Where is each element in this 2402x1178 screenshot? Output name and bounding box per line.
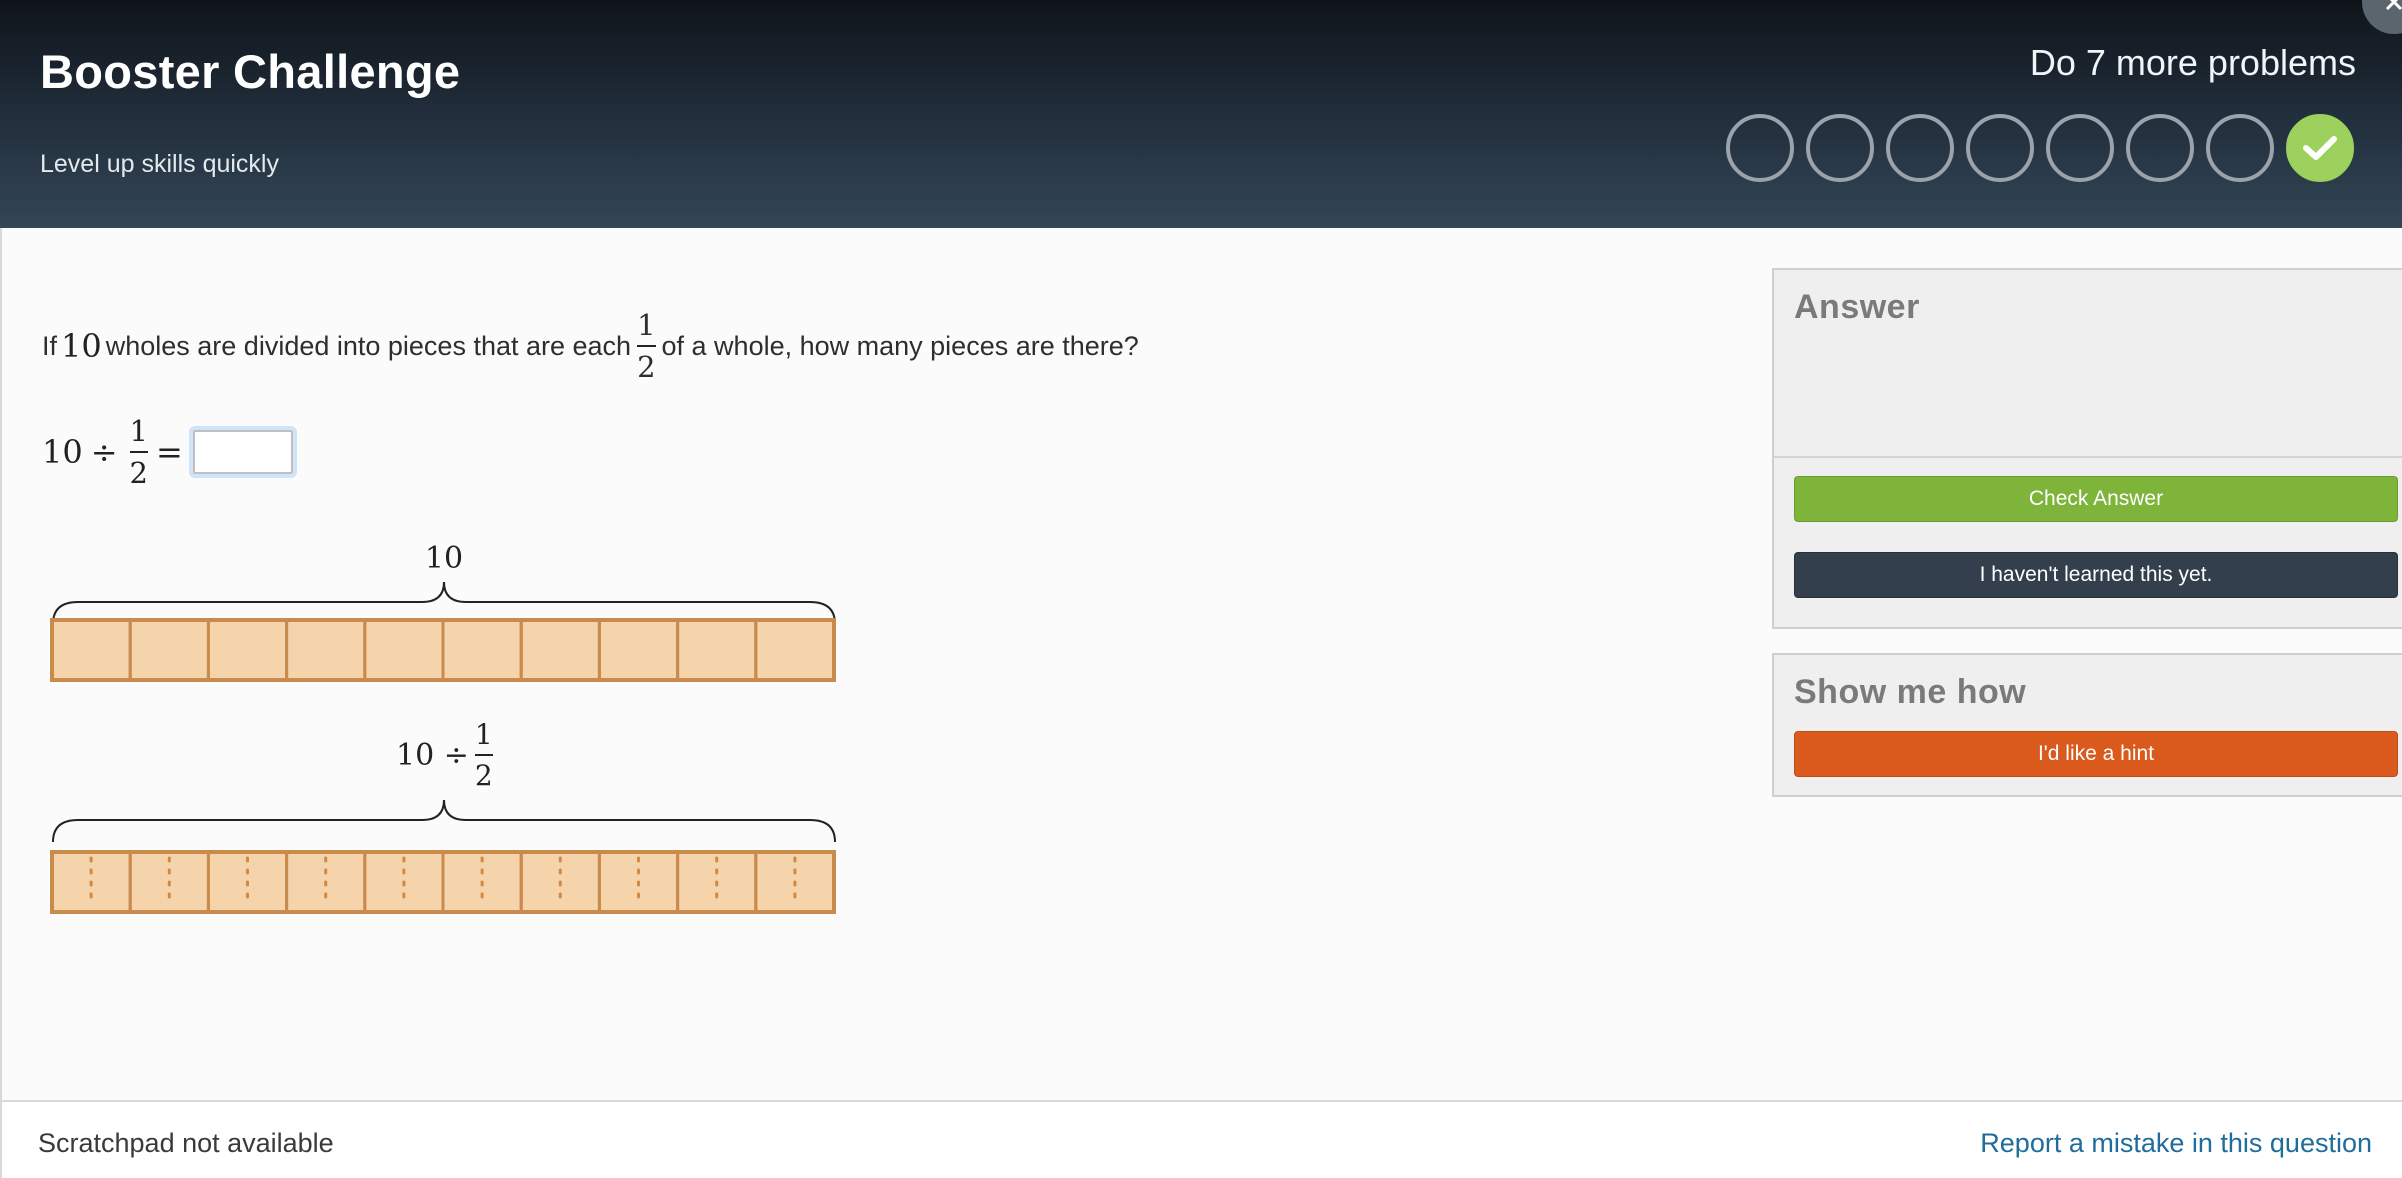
tape-diagram-bottom: 10 ÷ 1 2 [50,718,840,918]
progress-dot [1886,114,1954,182]
question-middle: wholes are divided into pieces that are … [105,330,632,361]
problems-remaining: Do 7 more problems [2029,42,2356,83]
hint-panel: Show me how I'd like a hint [1772,653,2402,797]
tape-diagram-top-svg: 10 [50,541,836,682]
question-text: If 10 wholes are divided into pieces tha… [42,308,1139,384]
question-wholes: 10 [61,327,102,365]
tape-diagram-top: 10 [50,526,840,686]
progress-dot [2126,114,2194,182]
checkmark-icon [2303,136,2337,160]
report-mistake-link[interactable]: Report a mistake in this question [1980,1128,2372,1159]
footer: Scratchpad not available Report a mistak… [0,1100,2402,1178]
hint-button[interactable]: I'd like a hint [1794,731,2398,777]
page-title: Booster Challenge [40,45,461,98]
answer-panel: Answer Check Answer I haven't learned th… [1772,268,2402,629]
progress-dot [1966,114,2034,182]
division-sign: ÷ [90,433,118,471]
progress-dot [1726,114,1794,182]
divider [1774,456,2402,458]
check-answer-button[interactable]: Check Answer [1794,476,2398,522]
page-subtitle: Level up skills quickly [40,150,279,178]
hint-panel-title: Show me how [1794,673,2027,711]
brace [52,581,836,625]
question-fraction: 1 2 [637,308,656,384]
answer-input[interactable] [188,426,297,478]
tape-top-label: 10 [425,541,463,576]
question-suffix: of a whole, how many pieces are there? [661,330,1139,361]
tape-diagram-bottom-svg [50,799,836,914]
progress-indicator [1726,114,2354,182]
equation: 10 ÷ 1 2 = [42,414,297,490]
equals-sign: = [155,433,183,471]
equation-dividend: 10 [42,433,83,471]
close-icon [2385,0,2402,11]
header: Booster Challenge Level up skills quickl… [0,0,2402,228]
scratchpad-status: Scratchpad not available [38,1128,334,1158]
brace [52,799,836,843]
equation-fraction: 1 2 [129,414,148,490]
question-prefix: If [42,330,58,361]
close-button[interactable] [2362,0,2402,34]
progress-dot [1806,114,1874,182]
exercise-area: If 10 wholes are divided into pieces tha… [0,228,2402,1100]
progress-dot-complete [2286,114,2354,182]
answer-panel-title: Answer [1794,288,1920,326]
progress-dot [2206,114,2274,182]
not-learned-button[interactable]: I haven't learned this yet. [1794,552,2398,598]
progress-dot [2046,114,2114,182]
